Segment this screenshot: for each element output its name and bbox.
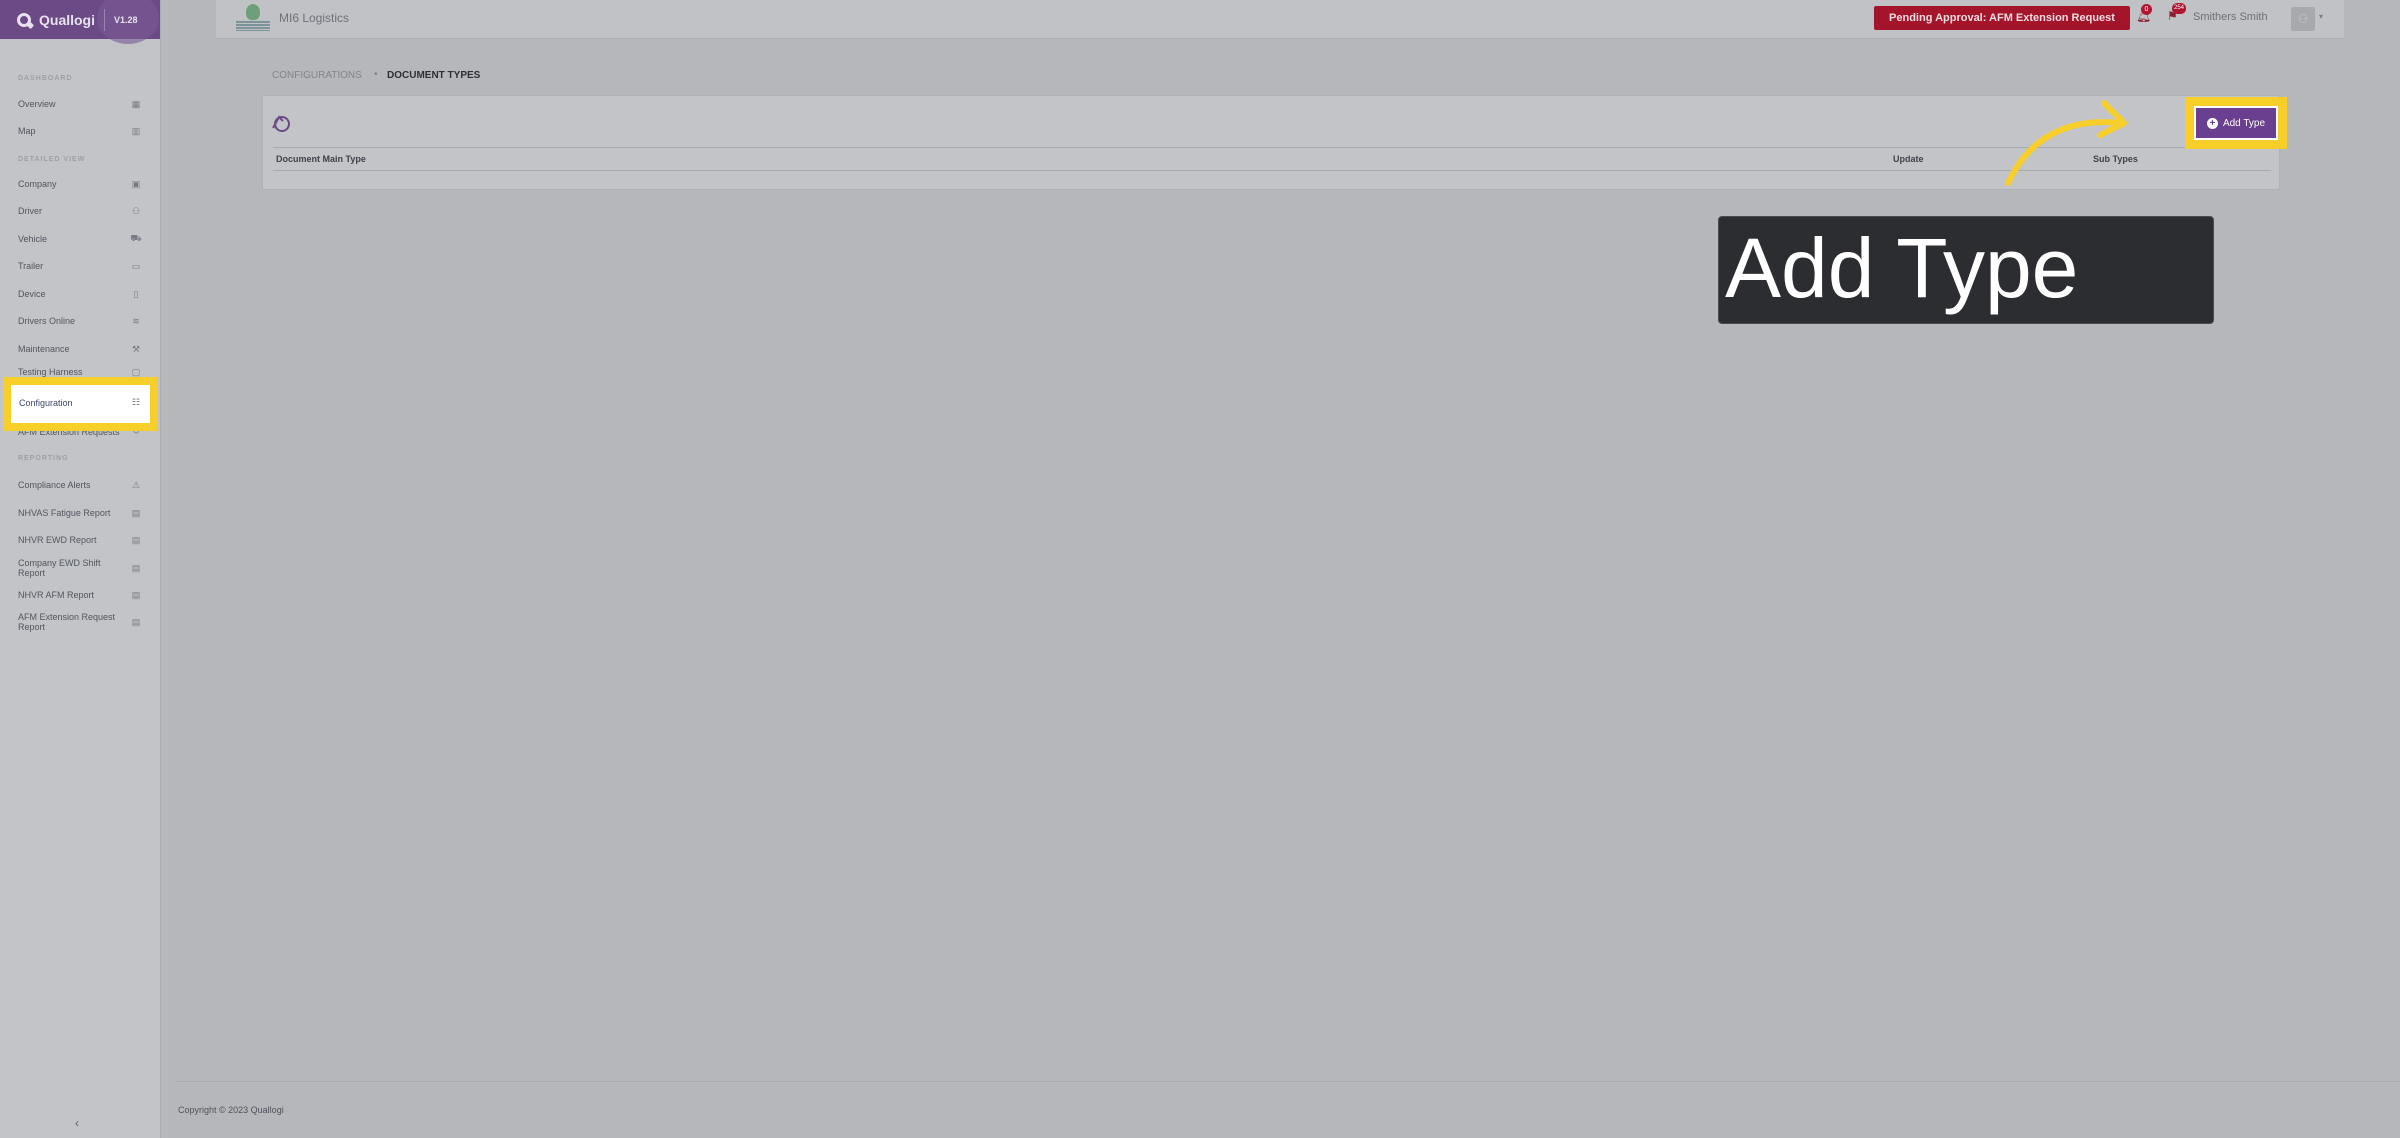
section-title-reporting: REPORTING	[18, 455, 69, 462]
annotation-arrow-icon	[2005, 100, 2127, 186]
sidebar-item-label: Configuration	[19, 398, 73, 408]
brand-name: Quallogi	[39, 11, 95, 28]
document-types-icon	[269, 112, 293, 134]
warning-icon: ⚠	[131, 479, 141, 490]
sidebar-item-label: Drivers Online	[18, 316, 76, 326]
sidebar-item-trailer[interactable]: Trailer ▭	[18, 257, 142, 275]
brand-header[interactable]: Quallogi V1.28	[0, 0, 160, 44]
document-icon: ▤	[131, 616, 141, 627]
pending-approval-button[interactable]: Pending Approval: AFM Extension Request	[1874, 6, 2130, 30]
footer-divider	[176, 1081, 2400, 1082]
map-icon: ▥	[131, 125, 141, 136]
sidebar-item-maintenance[interactable]: Maintenance ⚒	[18, 340, 142, 358]
avatar[interactable]: ⚇	[2291, 7, 2315, 31]
breadcrumb-configurations[interactable]: CONFIGURATIONS	[272, 70, 362, 81]
sidebar-item-label: AFM Extension Request Report	[18, 612, 116, 632]
section-title-dashboard: DASHBOARD	[18, 75, 73, 82]
alert-badge: 254	[2172, 3, 2186, 14]
sidebar-item-label: NHVR EWD Report	[18, 535, 97, 545]
notification-badge: 0	[2141, 4, 2152, 15]
company-name: MI6 Logistics	[279, 11, 350, 25]
sidebar-item-company[interactable]: Company ▣	[18, 175, 142, 193]
add-type-highlight: + Add Type	[2185, 97, 2287, 149]
user-icon: ⚇	[131, 205, 141, 216]
sidebar-item-device[interactable]: Device ▯	[18, 285, 142, 303]
sidebar-item-label: NHVR AFM Report	[18, 590, 95, 600]
document-icon: ▤	[131, 534, 141, 545]
sidebar-item-label: Company EWD Shift Report	[18, 558, 101, 578]
sidebar-item-map[interactable]: Map ▥	[18, 122, 142, 140]
collapse-sidebar-icon[interactable]: ‹	[75, 1116, 79, 1130]
add-type-label: Add Type	[2222, 117, 2266, 129]
document-icon: ▤	[131, 507, 141, 518]
section-title-detailed-view: DETAILED VIEW	[18, 156, 86, 163]
quallogi-logo-icon	[17, 12, 31, 27]
tooltip-add-type: Add Type	[1718, 216, 2214, 324]
sidebar-item-afm-extension-report[interactable]: AFM Extension Request Report ▤	[18, 609, 142, 635]
topbar: MI6 Logistics Pending Approval: AFM Exte…	[216, 0, 2344, 39]
table-header-row: Document Main Type Update Sub Types	[273, 147, 2271, 171]
document-icon: ▤	[131, 589, 141, 600]
square-icon: ▢	[131, 367, 141, 377]
sidebar-item-nhvr-afm[interactable]: NHVR AFM Report ▤	[18, 586, 142, 604]
sidebar-item-driver[interactable]: Driver ⚇	[18, 202, 142, 220]
column-header-main-type[interactable]: Document Main Type	[276, 154, 366, 164]
sidebar-item-label: Vehicle	[18, 234, 48, 244]
document-icon: ▤	[131, 562, 141, 573]
tooltip-text: Add Type	[1725, 221, 2079, 315]
version-label: V1.28	[114, 14, 138, 25]
document-types-card: Document Main Type Update Sub Types	[262, 95, 2280, 190]
trailer-icon: ▭	[131, 260, 141, 271]
truck-icon: ⛟	[130, 233, 142, 243]
sidebar-item-configuration[interactable]: Configuration ☷	[3, 377, 158, 431]
column-header-update[interactable]: Update	[1893, 154, 1924, 164]
mobile-icon: ▯	[133, 288, 139, 299]
sidebar-item-vehicle[interactable]: Vehicle ⛟	[18, 230, 142, 248]
sidebar-item-nhvas-fatigue[interactable]: NHVAS Fatigue Report ▤	[18, 504, 142, 522]
wifi-icon: ≋	[132, 315, 140, 326]
sidebar-item-nhvr-ewd[interactable]: NHVR EWD Report ▤	[18, 531, 142, 549]
sidebar-item-label: Maintenance	[18, 344, 70, 354]
sidebar-item-label: Trailer	[18, 261, 44, 271]
breadcrumb-separator: •	[374, 69, 378, 80]
add-type-button[interactable]: + Add Type	[2194, 106, 2278, 140]
breadcrumb-document-types: DOCUMENT TYPES	[387, 70, 481, 81]
sidebar: Quallogi V1.28 DASHBOARD Overview ▦ Map ▥ …	[0, 0, 161, 1138]
user-name[interactable]: Smithers Smith	[2193, 11, 2268, 23]
wrench-icon: ⚒	[131, 343, 141, 354]
sidebar-item-label: Testing Harness	[18, 367, 83, 377]
sidebar-item-label: Device	[18, 289, 46, 299]
sliders-icon: ☷	[132, 397, 141, 407]
leaf-icon	[246, 4, 260, 20]
sidebar-item-label: NHVAS Fatigue Report	[18, 508, 111, 518]
footer-copyright: Copyright © 2023 Quallogi	[178, 1105, 284, 1115]
sidebar-item-overview[interactable]: Overview ▦	[18, 95, 142, 113]
plus-circle-icon: +	[2206, 117, 2218, 129]
sidebar-item-label: Map	[18, 126, 36, 136]
sidebar-item-label: Company	[18, 179, 57, 189]
company-logo	[236, 4, 270, 34]
sidebar-item-testing-harness[interactable]: Testing Harness ▢	[18, 367, 142, 377]
chevron-down-icon[interactable]: ▾	[2319, 12, 2323, 21]
logo-text-mark	[236, 21, 270, 31]
sidebar-item-compliance-alerts[interactable]: Compliance Alerts ⚠	[18, 476, 142, 494]
grid-icon: ▦	[131, 98, 141, 109]
briefcase-icon: ▣	[131, 178, 141, 189]
sidebar-item-company-ewd-shift[interactable]: Company EWD Shift Report ▤	[18, 558, 142, 578]
sidebar-item-label: Driver	[18, 206, 42, 216]
sidebar-item-label: Compliance Alerts	[18, 480, 91, 490]
sidebar-item-label: Overview	[18, 99, 56, 109]
sidebar-item-drivers-online[interactable]: Drivers Online ≋	[18, 312, 142, 330]
